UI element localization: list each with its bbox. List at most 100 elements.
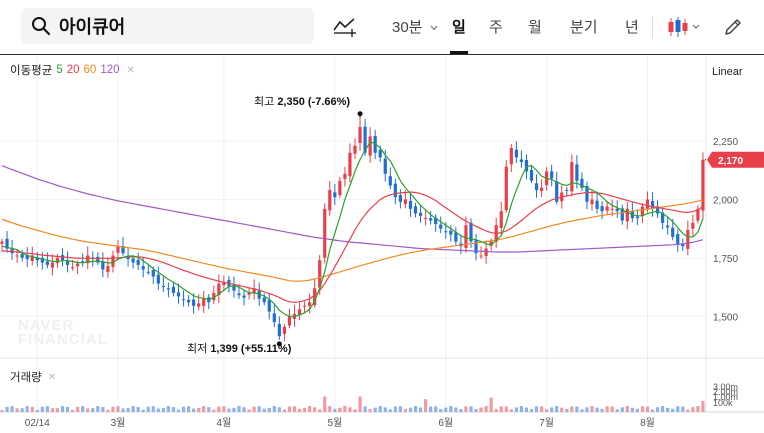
volume-bar	[242, 407, 246, 412]
volume-bar	[474, 409, 478, 412]
volume-bar	[161, 407, 165, 412]
volume-bar	[610, 406, 614, 412]
candle-body	[161, 285, 165, 288]
ma-legend[interactable]: 이동평균 5 20 60 120 ✕	[10, 62, 135, 78]
candle-body	[378, 150, 382, 158]
volume-bar	[393, 406, 397, 412]
tab-day[interactable]: 일	[450, 16, 468, 54]
volume-bar	[60, 406, 65, 412]
x-tick-label: 02/14	[25, 418, 50, 429]
volume-bar	[509, 409, 513, 412]
volume-bar	[302, 407, 307, 412]
chart-canvas[interactable]: 02/14 3월 4월 5월 6월 7월 8월2,2502,0001,7501,5003.0…	[0, 56, 764, 433]
candle-body	[308, 302, 312, 306]
search-query[interactable]: 아이큐어	[59, 13, 125, 39]
volume-bar	[111, 406, 115, 412]
volume-bar	[696, 406, 700, 412]
volume-bar	[580, 409, 584, 412]
candle-body	[398, 195, 402, 202]
volume-bar	[181, 406, 186, 412]
volume-bar	[86, 408, 90, 412]
close-icon[interactable]: ✕	[127, 65, 135, 76]
volume-bar	[5, 406, 9, 412]
candle-body	[141, 266, 145, 270]
low-change: (+55.11%)	[240, 343, 292, 355]
high-change: (-7.66%)	[307, 96, 351, 108]
candle-body	[519, 159, 524, 163]
interval-selector[interactable]: 30분	[392, 16, 438, 40]
volume-bar	[136, 407, 140, 412]
candle-body	[393, 183, 397, 198]
candle-body	[197, 303, 201, 307]
candle-body	[237, 293, 241, 296]
candle-body	[282, 326, 286, 334]
x-tick-label: 4월	[217, 417, 232, 429]
draw-indicator-icon[interactable]	[330, 14, 360, 40]
volume-bar	[156, 408, 160, 412]
tab-year[interactable]: 년	[625, 16, 639, 40]
candle-body	[645, 199, 650, 209]
volume-label[interactable]: 거래량 ✕	[10, 369, 56, 385]
high-marker-dot	[357, 111, 363, 117]
candle-body	[277, 324, 281, 337]
candle-body	[55, 257, 60, 263]
volume-bar	[459, 409, 463, 412]
close-icon[interactable]: ✕	[48, 372, 56, 383]
volume-bar	[671, 408, 675, 412]
volume-bar	[650, 409, 655, 412]
ma-5-line	[1, 141, 704, 317]
tab-week[interactable]: 주	[489, 16, 503, 40]
pencil-icon[interactable]	[720, 14, 746, 40]
scale-selector[interactable]: Linear	[712, 66, 743, 78]
candle-body	[358, 127, 362, 144]
high-prefix: 최고	[254, 96, 275, 108]
volume-bar	[343, 406, 347, 412]
volume-bar	[550, 407, 554, 412]
candle-body	[444, 231, 448, 233]
ma-5-label: 5	[56, 64, 63, 76]
price-chart[interactable]: 02/14 3월 4월 5월 6월 7월 8월 2,250 2,000 1,750 1,500 3.0…	[0, 56, 764, 433]
candle-body	[338, 180, 342, 196]
candle-body	[600, 206, 604, 212]
volume-bar	[383, 407, 387, 412]
volume-bar	[267, 407, 271, 412]
volume-bar	[418, 407, 423, 412]
y-tick-label: 1,500	[713, 312, 738, 323]
candle-body	[116, 246, 120, 253]
volume-bar	[151, 406, 155, 412]
volume-bar	[272, 406, 276, 412]
candle-body	[514, 149, 518, 158]
volume-bar	[600, 408, 604, 412]
ma-legend-prefix: 이동평균	[10, 65, 53, 77]
tab-month[interactable]: 월	[528, 16, 542, 40]
candle-body	[479, 255, 483, 257]
volume-bar	[222, 406, 226, 412]
volume-bar	[353, 409, 357, 412]
candle-body	[640, 206, 645, 217]
ma-20-label: 20	[66, 64, 80, 76]
candle-body	[181, 299, 186, 301]
volume-bar	[292, 406, 297, 412]
candle-body	[575, 164, 579, 181]
volume-bar	[146, 406, 150, 412]
candle-body	[449, 230, 453, 235]
x-tick-label: 3월	[111, 417, 126, 429]
candle-body	[176, 292, 181, 297]
volume-bar	[141, 409, 145, 412]
candle-body	[333, 192, 337, 198]
y-tick-label: 2,250	[713, 137, 738, 148]
search-box[interactable]: 아이큐어	[21, 8, 314, 44]
candle-body	[424, 218, 428, 220]
watermark-line-2: FINANCIAL	[18, 331, 108, 348]
candle-body	[388, 176, 392, 186]
candlestick-type-icon[interactable]	[664, 14, 704, 40]
candle-body	[242, 295, 246, 298]
volume-bar	[0, 410, 4, 412]
high-value: 2,350	[277, 96, 305, 108]
volume-bar	[449, 406, 453, 412]
volume-bar	[237, 406, 241, 412]
volume-bar	[691, 407, 695, 412]
x-tick-label: 6월	[438, 417, 453, 429]
volume-bar	[197, 407, 201, 412]
tab-quarter[interactable]: 분기	[570, 16, 598, 40]
